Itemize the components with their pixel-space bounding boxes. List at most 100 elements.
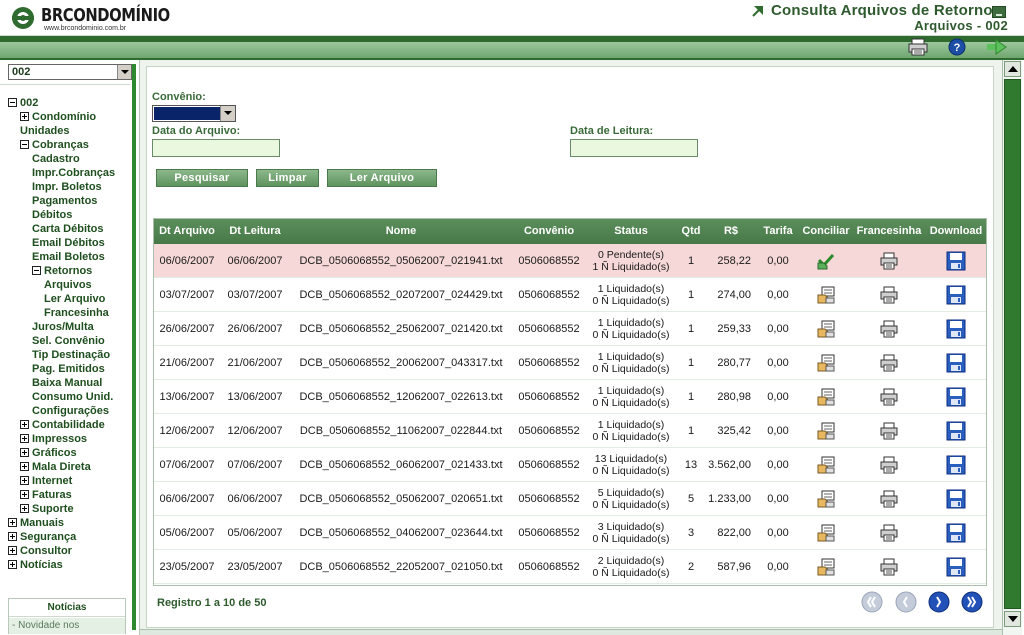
- conciliar-icon[interactable]: [799, 346, 853, 380]
- sidebar-item-francesinha[interactable]: Francesinha: [44, 306, 109, 320]
- sidebar-item-juros-multa[interactable]: Juros/Multa: [32, 320, 94, 334]
- sidebar-item-impr-cobran-as[interactable]: Impr.Cobranças: [32, 166, 115, 180]
- expand-icon[interactable]: [20, 420, 29, 429]
- sidebar-item-consultor[interactable]: Consultor: [8, 544, 72, 558]
- prev-page-icon[interactable]: [895, 591, 917, 613]
- conciliar-done-icon[interactable]: [799, 244, 853, 278]
- sidebar-item-email-d-bitos[interactable]: Email Débitos: [32, 236, 105, 250]
- conciliar-icon[interactable]: [799, 550, 853, 584]
- collapse-icon[interactable]: [20, 140, 29, 149]
- data-leitura-input[interactable]: [570, 139, 698, 157]
- francesinha-print-icon[interactable]: [853, 448, 925, 482]
- limpar-button[interactable]: Limpar: [256, 169, 319, 187]
- sidebar-item-arquivos[interactable]: Arquivos: [44, 278, 92, 292]
- collapse-icon[interactable]: [32, 266, 41, 275]
- sidebar-item-pagamentos[interactable]: Pagamentos: [32, 194, 97, 208]
- sidebar-item-impressos[interactable]: Impressos: [20, 432, 87, 446]
- collapse-icon[interactable]: [8, 98, 17, 107]
- conciliar-icon[interactable]: [799, 448, 853, 482]
- sidebar-item-mala-direta[interactable]: Mala Direta: [20, 460, 91, 474]
- download-icon[interactable]: [925, 550, 987, 584]
- download-icon[interactable]: [925, 278, 987, 312]
- francesinha-print-icon[interactable]: [853, 244, 925, 278]
- scroll-up-button[interactable]: [1004, 61, 1021, 77]
- sidebar-item-tip-destina-o[interactable]: Tip Destinação: [32, 348, 110, 362]
- download-icon[interactable]: [925, 312, 987, 346]
- sidebar-item-impr-boletos[interactable]: Impr. Boletos: [32, 180, 102, 194]
- sidebar-item-d-bitos[interactable]: Débitos: [32, 208, 72, 222]
- download-icon[interactable]: [925, 482, 987, 516]
- data-arquivo-input[interactable]: [152, 139, 280, 157]
- conciliar-icon[interactable]: [799, 414, 853, 448]
- francesinha-print-icon[interactable]: [853, 278, 925, 312]
- ler-arquivo-button[interactable]: Ler Arquivo: [327, 169, 437, 187]
- expand-icon[interactable]: [20, 448, 29, 457]
- minimize-header-button[interactable]: [992, 6, 1006, 18]
- expand-icon[interactable]: [8, 560, 17, 569]
- sidebar-item-configura-es[interactable]: Configurações: [32, 404, 109, 418]
- sidebar-item-manuais[interactable]: Manuais: [8, 516, 64, 530]
- download-icon[interactable]: [925, 448, 987, 482]
- main-vertical-scrollbar[interactable]: [1002, 60, 1022, 635]
- scroll-thumb[interactable]: [1004, 79, 1021, 609]
- sidebar-item-email-boletos[interactable]: Email Boletos: [32, 250, 105, 264]
- expand-icon[interactable]: [8, 532, 17, 541]
- sidebar-item-gr-ficos[interactable]: Gráficos: [20, 446, 77, 460]
- sidebar-item-suporte[interactable]: Suporte: [20, 502, 74, 516]
- sidebar-item-cadastro[interactable]: Cadastro: [32, 152, 80, 166]
- conciliar-icon[interactable]: [799, 312, 853, 346]
- sidebar-item-condom-nio[interactable]: Condomínio: [20, 110, 96, 124]
- expand-icon[interactable]: [20, 112, 29, 121]
- francesinha-print-icon[interactable]: [853, 550, 925, 584]
- sidebar-item-cobran-as[interactable]: Cobranças: [20, 138, 89, 152]
- conciliar-icon[interactable]: [799, 278, 853, 312]
- sidebar-item-contabilidade[interactable]: Contabilidade: [20, 418, 105, 432]
- download-icon[interactable]: [925, 414, 987, 448]
- expand-icon[interactable]: [20, 476, 29, 485]
- conciliar-icon[interactable]: [799, 380, 853, 414]
- chevron-down-icon[interactable]: [220, 106, 235, 121]
- sidebar-item-retornos[interactable]: Retornos: [32, 264, 92, 278]
- sidebar-item-not-cias[interactable]: Notícias: [8, 558, 63, 572]
- convenio-select[interactable]: [152, 105, 236, 122]
- expand-icon[interactable]: [8, 546, 17, 555]
- chevron-down-icon[interactable]: [117, 65, 131, 79]
- download-icon[interactable]: [925, 244, 987, 278]
- sidebar-item-baixa-manual[interactable]: Baixa Manual: [32, 376, 102, 390]
- pesquisar-button[interactable]: Pesquisar: [156, 169, 248, 187]
- condominio-select[interactable]: 002: [8, 64, 132, 80]
- sidebar-item-pag-emitidos[interactable]: Pag. Emitidos: [32, 362, 105, 376]
- next-page-icon[interactable]: [928, 591, 950, 613]
- sidebar-item-seguran-a[interactable]: Segurança: [8, 530, 76, 544]
- francesinha-print-icon[interactable]: [853, 312, 925, 346]
- sidebar-scrollbar[interactable]: [132, 64, 136, 630]
- expand-icon[interactable]: [8, 518, 17, 527]
- conciliar-icon[interactable]: [799, 516, 853, 550]
- sidebar-item-ler-arquivo[interactable]: Ler Arquivo: [44, 292, 105, 306]
- exit-arrow-icon[interactable]: [986, 38, 1010, 56]
- scroll-down-button[interactable]: [1004, 611, 1021, 627]
- download-icon[interactable]: [925, 346, 987, 380]
- last-page-icon[interactable]: [961, 591, 983, 613]
- expand-icon[interactable]: [20, 462, 29, 471]
- sidebar-item-sel-conv-nio[interactable]: Sel. Convênio: [32, 334, 105, 348]
- sidebar-item-002[interactable]: 002: [8, 96, 38, 110]
- news-item[interactable]: - Novidade nos: [9, 618, 125, 634]
- first-page-icon[interactable]: [861, 591, 883, 613]
- expand-icon[interactable]: [20, 434, 29, 443]
- conciliar-icon[interactable]: [799, 482, 853, 516]
- sidebar-item-consumo-unid[interactable]: Consumo Unid.: [32, 390, 113, 404]
- francesinha-print-icon[interactable]: [853, 516, 925, 550]
- sidebar-item-internet[interactable]: Internet: [20, 474, 72, 488]
- main-horizontal-scrollbar[interactable]: [140, 629, 1002, 635]
- expand-icon[interactable]: [20, 504, 29, 513]
- sidebar-item-faturas[interactable]: Faturas: [20, 488, 72, 502]
- sidebar-item-unidades[interactable]: Unidades: [20, 124, 70, 138]
- print-icon[interactable]: [907, 38, 929, 56]
- francesinha-print-icon[interactable]: [853, 380, 925, 414]
- help-icon[interactable]: ?: [946, 38, 968, 56]
- download-icon[interactable]: [925, 516, 987, 550]
- francesinha-print-icon[interactable]: [853, 414, 925, 448]
- francesinha-print-icon[interactable]: [853, 482, 925, 516]
- expand-icon[interactable]: [20, 490, 29, 499]
